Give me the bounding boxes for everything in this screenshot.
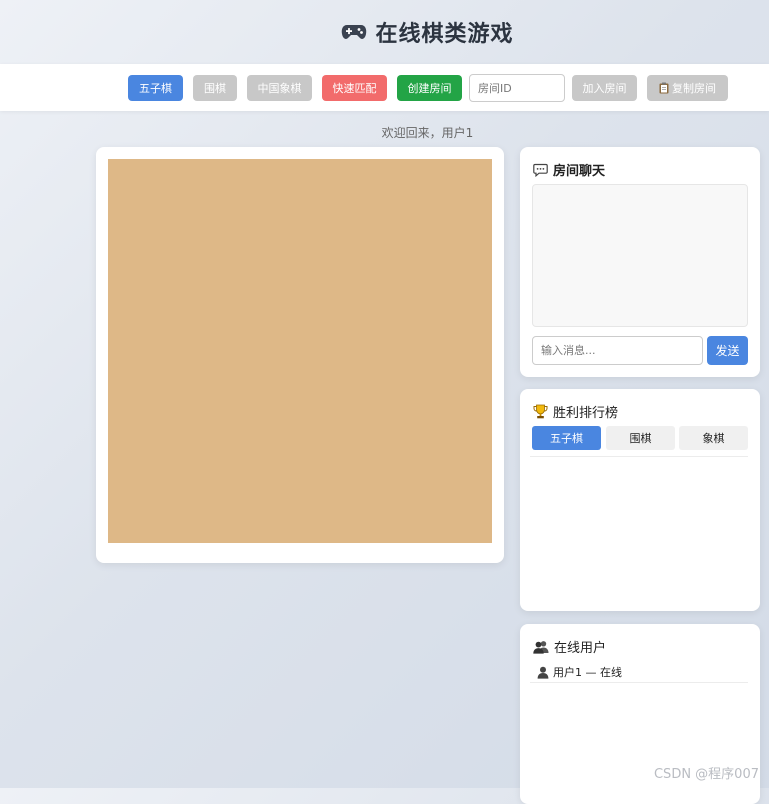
clipboard-icon: [659, 82, 669, 94]
send-button[interactable]: 发送: [707, 336, 748, 365]
user-list-item: 用户1 — 在线: [537, 664, 622, 680]
user-list-divider: [530, 682, 748, 683]
rank-tab-chess[interactable]: 象棋: [679, 426, 748, 450]
online-users-title: 在线用户: [533, 637, 606, 656]
go-button[interactable]: 围棋: [193, 75, 237, 101]
users-icon: [533, 640, 549, 654]
chat-message-input[interactable]: [532, 336, 703, 365]
page-header: 在线棋类游戏: [0, 0, 769, 64]
chat-panel-title: 房间聊天: [533, 160, 605, 179]
create-room-button[interactable]: 创建房间: [397, 75, 462, 101]
chat-title-text: 房间聊天: [553, 164, 606, 179]
chat-panel: 房间聊天 发送: [520, 147, 760, 377]
chinese-chess-button[interactable]: 中国象棋: [247, 75, 312, 101]
game-board[interactable]: [108, 159, 492, 543]
rank-tab-go[interactable]: 围棋: [606, 426, 675, 450]
page-title-text: 在线棋类游戏: [375, 22, 514, 47]
chat-messages[interactable]: [532, 184, 748, 327]
gamepad-icon: [342, 25, 367, 39]
trophy-icon: [533, 404, 548, 419]
welcome-message: 欢迎回来，用户1: [381, 126, 474, 140]
watermark: CSDN @程序007: [653, 767, 759, 782]
page-title: 在线棋类游戏: [255, 16, 513, 48]
copy-room-button[interactable]: 复制房间: [647, 75, 728, 101]
leaderboard-panel: 胜利排行榜 五子棋 围棋 象棋: [520, 389, 760, 611]
leaderboard-title: 胜利排行榜: [533, 402, 618, 421]
join-room-button[interactable]: 加入房间: [572, 75, 637, 101]
board-card: [96, 147, 504, 563]
user-name: 用户1 — 在线: [553, 666, 622, 679]
leaderboard-divider: [530, 456, 748, 457]
gomoku-button[interactable]: 五子棋: [128, 75, 183, 101]
copy-room-label: 复制房间: [672, 82, 716, 95]
rank-tab-gomoku[interactable]: 五子棋: [532, 426, 601, 450]
game-toolbar: 五子棋 围棋 中国象棋 快速匹配 创建房间 加入房间 复制房间: [0, 64, 769, 111]
room-id-input[interactable]: [469, 74, 565, 102]
chat-bubble-icon: [533, 163, 548, 177]
quick-match-button[interactable]: 快速匹配: [322, 75, 387, 101]
online-users-title-text: 在线用户: [554, 641, 607, 656]
user-icon: [537, 666, 549, 679]
leaderboard-title-text: 胜利排行榜: [553, 406, 619, 421]
